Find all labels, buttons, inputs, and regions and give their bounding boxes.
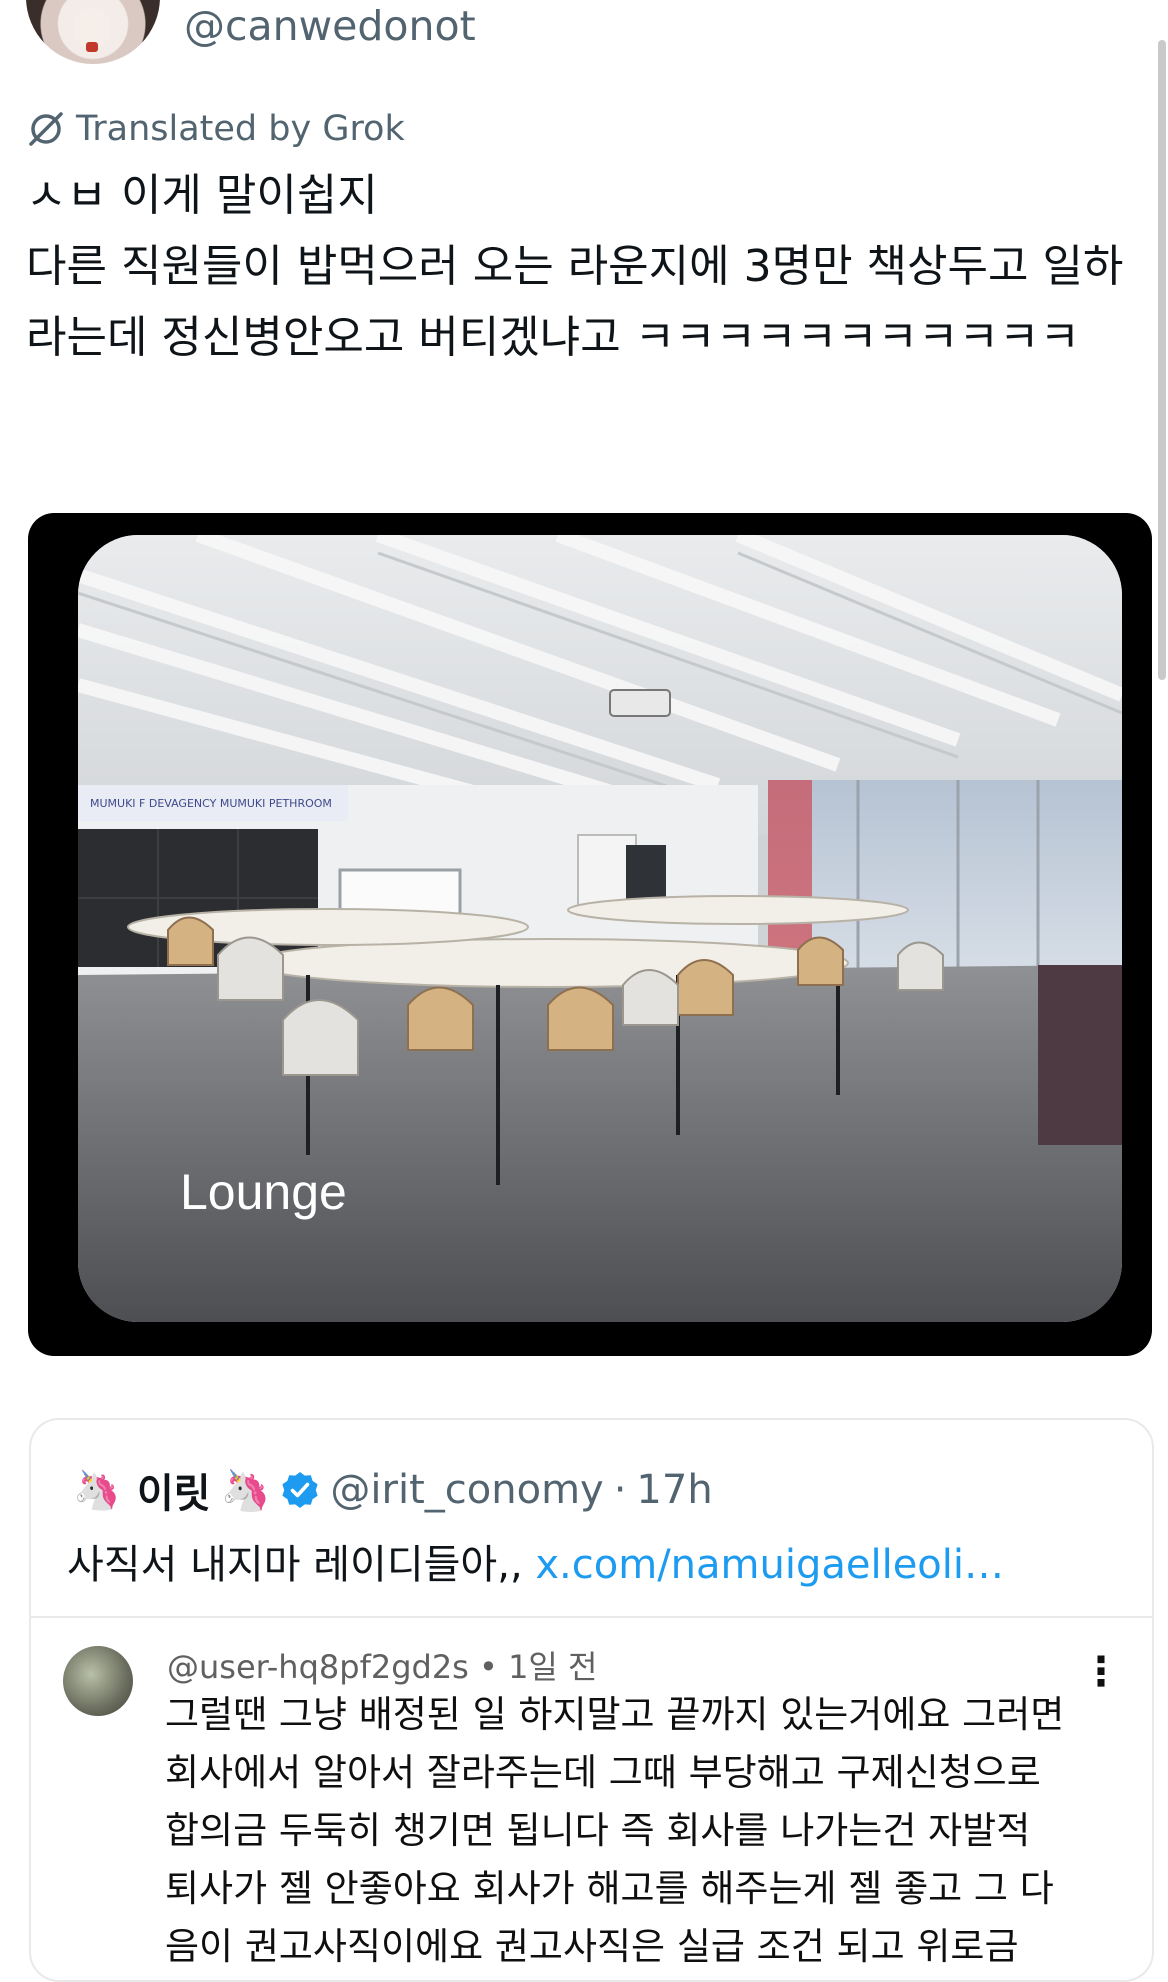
quoted-tweet-text: 사직서 내지마 레이디들아,, x.com/namuigaelleoli…	[67, 1532, 1004, 1590]
scrollbar-thumb[interactable]	[1158, 40, 1166, 680]
quoted-tweet-link[interactable]: x.com/namuigaelleoli…	[535, 1542, 1004, 1588]
author-handle[interactable]: @canwedonot	[184, 2, 476, 50]
signage-text: MUMUKI F DEVAGENCY MUMUKI PETHROOM	[90, 797, 332, 810]
quoted-tweet-body: 사직서 내지마 레이디들아,,	[67, 1542, 536, 1588]
tweet-text: ㅅㅂ 이게 말이쉽지 다른 직원들이 밥먹으러 오는 라운지에 3명만 책상두고…	[26, 170, 1124, 363]
translated-by-grok[interactable]: Translated by Grok	[26, 106, 405, 152]
slashed-circle-icon	[29, 112, 63, 146]
quoted-tweet[interactable]: 🦄 이릿 🦄 @irit_conomy · 17h 사직서 내지마 레이디들아,…	[29, 1418, 1154, 1982]
comment-meta: @user-hq8pf2gd2s • 1일 전	[167, 1642, 597, 1688]
comment-text: 그럴땐 그냥 배정된 일 하지말고 끝까지 있는거에요 그러면 회사에서 알아서…	[165, 1693, 1065, 1968]
avatar-bow	[86, 42, 98, 52]
unicorn-emoji: 🦄	[220, 1467, 271, 1514]
comment-meta-separator: •	[479, 1648, 498, 1686]
quoted-tweet-time[interactable]: 17h	[636, 1467, 712, 1513]
quoted-author-avatar[interactable]: 🦄	[67, 1460, 127, 1520]
embedded-comment-screenshot[interactable]: @user-hq8pf2gd2s • 1일 전 ⋮ 그럴땐 그냥 배정된 일 하…	[31, 1618, 1152, 1978]
comment-time: 1일 전	[508, 1648, 598, 1686]
quoted-author-handle[interactable]: @irit_conomy	[330, 1467, 603, 1513]
verified-badge-icon	[282, 1472, 319, 1508]
author-avatar[interactable]	[26, 0, 160, 64]
commenter-handle: @user-hq8pf2gd2s	[167, 1648, 469, 1686]
more-vertical-icon: ⋮	[1081, 1649, 1121, 1695]
translated-label: Translated by Grok	[76, 109, 405, 149]
commenter-avatar	[63, 1646, 133, 1716]
header-separator: ·	[613, 1467, 627, 1513]
photo-caption: Lounge	[180, 1164, 347, 1220]
quoted-author-name[interactable]: 이릿	[137, 1461, 211, 1519]
lounge-photo[interactable]: MUMUKI F DEVAGENCY MUMUKI PETHROOM Loung…	[78, 535, 1122, 1322]
quoted-tweet-header: 🦄 이릿 🦄 @irit_conomy · 17h	[67, 1460, 713, 1520]
tweet-media[interactable]: MUMUKI F DEVAGENCY MUMUKI PETHROOM Loung…	[28, 513, 1152, 1356]
